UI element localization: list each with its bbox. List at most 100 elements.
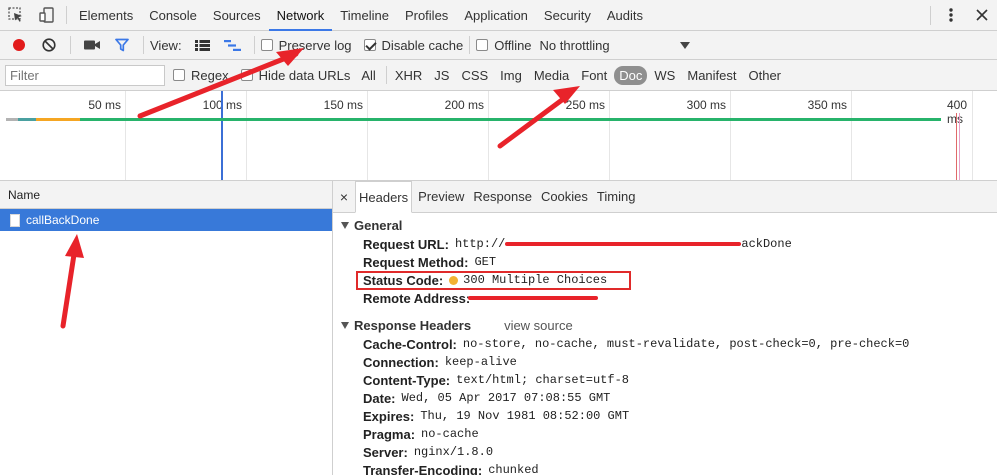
tab-sources[interactable]: Sources [205, 0, 269, 30]
type-filter-img[interactable]: Img [495, 66, 527, 85]
request-row[interactable]: callBackDone [0, 209, 332, 231]
waterfall-view-button[interactable] [218, 31, 248, 59]
tab-elements[interactable]: Elements [71, 0, 141, 30]
tab-timeline[interactable]: Timeline [332, 0, 397, 30]
tab-application[interactable]: Application [456, 0, 536, 30]
close-devtools-button[interactable] [966, 9, 997, 21]
overview-load-line [956, 113, 957, 180]
device-toolbar-button[interactable] [31, 0, 62, 30]
name-column-header[interactable]: Name [0, 181, 332, 209]
hide-data-urls-checkbox[interactable]: Hide data URLs [240, 68, 350, 83]
request-url-prefix: http:// [454, 237, 506, 251]
network-toolbar: View: Preserve log Disable cache Offline… [0, 31, 997, 60]
filter-button[interactable] [107, 31, 137, 59]
regex-checkbox[interactable]: Regex [173, 68, 229, 83]
header-key: Content-Type: [363, 372, 451, 388]
filter-input[interactable] [5, 64, 165, 86]
overview-bar-ssl [36, 118, 80, 121]
request-list: Name callBackDone [0, 181, 333, 475]
more-options-button[interactable] [935, 7, 966, 23]
filter-bar: Regex Hide data URLs All XHR JS CSS Img … [0, 60, 997, 91]
type-filter-doc[interactable]: Doc [614, 65, 648, 85]
header-key: Expires: [363, 408, 415, 424]
header-value: Wed, 05 Apr 2017 07:08:55 GMT [401, 391, 611, 405]
type-filter-all[interactable]: All [356, 66, 380, 85]
response-header-row: Content-Type: text/html; charset=utf-8 [333, 371, 997, 389]
tab-cookies[interactable]: Cookies [538, 181, 591, 212]
device-mode-icon [38, 7, 54, 23]
record-button[interactable] [4, 31, 34, 59]
remote-address-row: Remote Address: [333, 289, 997, 307]
type-filter-other[interactable]: Other [744, 66, 787, 85]
hide-data-urls-box[interactable] [240, 69, 253, 81]
throttling-select[interactable]: No throttling [540, 38, 690, 53]
response-header-row: Connection: keep-alive [333, 353, 997, 371]
overview-gridline [125, 91, 126, 180]
filter-divider [385, 66, 387, 84]
response-headers-section-header[interactable]: Response Headers view source [333, 315, 997, 335]
remote-address-key: Remote Address: [363, 290, 471, 306]
type-filter-media[interactable]: Media [529, 66, 574, 85]
request-details: × Headers Preview Response Cookies Timin… [333, 181, 997, 475]
capture-screenshots-button[interactable] [77, 31, 107, 59]
toolbar-divider [253, 36, 255, 54]
tab-audits[interactable]: Audits [599, 0, 651, 30]
tab-security[interactable]: Security [536, 0, 599, 30]
response-header-row: Server: nginx/1.8.0 [333, 443, 997, 461]
name-column-label: Name [8, 187, 41, 202]
tab-response[interactable]: Response [470, 181, 535, 212]
overview-load-line-2 [959, 113, 960, 180]
header-key: Pragma: [363, 426, 416, 442]
preserve-log-checkbox[interactable]: Preserve log [260, 38, 352, 53]
type-filter-manifest[interactable]: Manifest [682, 66, 741, 85]
request-method-row: Request Method: GET [333, 253, 997, 271]
type-filter-js[interactable]: JS [429, 66, 454, 85]
type-filter-xhr[interactable]: XHR [390, 66, 427, 85]
disable-cache-box[interactable] [363, 39, 376, 51]
header-key: Cache-Control: [363, 336, 457, 352]
tab-timing[interactable]: Timing [594, 181, 639, 212]
request-url-suffix: ackDone [741, 237, 792, 251]
tab-headers[interactable]: Headers [355, 181, 413, 213]
waterfall-icon [224, 39, 242, 51]
overview-tick-label: 200 ms [444, 98, 484, 112]
large-rows-view-button[interactable] [188, 31, 218, 59]
view-source-link[interactable]: view source [504, 318, 573, 333]
headers-content: General Request URL: http:// ackDone Requ… [333, 213, 997, 475]
response-header-row: Cache-Control: no-store, no-cache, must-… [333, 335, 997, 353]
overview-tick-label: 300 ms [686, 98, 726, 112]
tab-profiles[interactable]: Profiles [397, 0, 456, 30]
regex-box[interactable] [173, 69, 185, 81]
offline-box[interactable] [476, 39, 489, 51]
tab-network[interactable]: Network [268, 0, 333, 31]
inspect-element-button[interactable] [0, 0, 31, 30]
type-filter-font[interactable]: Font [576, 66, 612, 85]
header-key: Date: [363, 390, 396, 406]
tab-divider [930, 5, 931, 25]
throttling-value: No throttling [539, 37, 610, 53]
request-method-key: Request Method: [363, 254, 469, 270]
tab-console[interactable]: Console [141, 0, 205, 30]
header-value: Thu, 19 Nov 1981 08:52:00 GMT [420, 409, 630, 423]
header-value: no-cache [421, 427, 479, 441]
request-name: callBackDone [26, 213, 100, 227]
type-filter-ws[interactable]: WS [649, 66, 680, 85]
timeline-overview[interactable]: 50 ms 100 ms 150 ms 200 ms 250 ms 300 ms… [0, 91, 997, 181]
overview-gridline [246, 91, 247, 180]
tab-preview[interactable]: Preview [415, 181, 467, 212]
offline-checkbox[interactable]: Offline [476, 38, 532, 53]
overview-gridline [488, 91, 489, 180]
preserve-log-box[interactable] [260, 39, 273, 51]
overview-gridline [609, 91, 610, 180]
clear-button[interactable] [34, 31, 64, 59]
overview-tick-label: 350 ms [807, 98, 847, 112]
disable-cache-checkbox[interactable]: Disable cache [363, 38, 463, 53]
tab-divider [66, 6, 67, 24]
record-icon [13, 39, 25, 51]
general-section-header[interactable]: General [333, 215, 997, 235]
overview-bar-waiting [80, 118, 941, 121]
close-icon: × [339, 188, 349, 205]
type-filter-css[interactable]: CSS [456, 66, 493, 85]
close-icon [975, 9, 988, 21]
close-details-button[interactable]: × [333, 181, 355, 212]
